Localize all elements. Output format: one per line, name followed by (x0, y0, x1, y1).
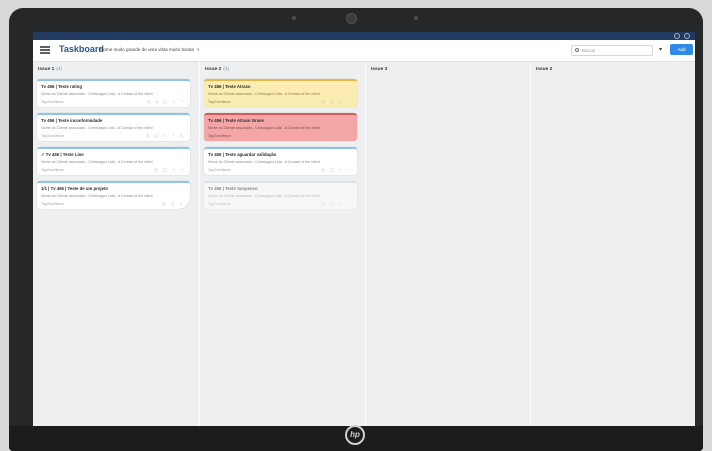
laptop-frame: Taskboard Nome muito grande de uma vista… (9, 8, 703, 451)
card-client: Nome do Cliente associado - Certosagon L… (41, 92, 153, 96)
chevron-down-icon: ▾ (196, 47, 200, 52)
card-action-icons[interactable]: ◷ 4 ▢ ☆ ◔ (147, 99, 185, 104)
column-4: Issue 2 (530, 62, 695, 433)
card-action-icons[interactable]: ◷ ▢ ☆ ◔ (321, 167, 352, 172)
card-title: Tv 456 | Teste aguardar validação (208, 152, 277, 157)
card-client: Nome do Cliente associado - Certosagon L… (41, 126, 153, 130)
column-title-label: Issue 2 (205, 67, 222, 72)
task-card[interactable]: Tv 456 | Teste Atraso Grave Nome do Clien… (204, 113, 357, 141)
search-input[interactable]: Buscar (571, 45, 653, 56)
card-action-icons[interactable]: ◷ ▢ ☆ ◔ ⚠ (146, 133, 185, 138)
column-title-label: Issue 2 (536, 67, 553, 72)
app-header: Taskboard Nome muito grande de uma vista… (33, 40, 695, 62)
card-tag: Tag Excellence (41, 134, 64, 138)
card-tag: Tag Excellence (208, 168, 231, 172)
column-title-label: Issue 3 (371, 67, 388, 72)
menu-icon[interactable] (40, 46, 50, 54)
task-card[interactable]: 1/1 | Tv 456 | Teste de um projeto Nome d… (37, 181, 190, 209)
column-title-label: Issue 1 (38, 67, 55, 72)
app-title: Taskboard (59, 44, 104, 54)
card-tag: Tag Excellence (41, 168, 64, 172)
card-client: Nome do Cliente associado - Certosagon L… (41, 160, 153, 164)
webcam-icon (346, 13, 357, 24)
card-title: ✓ Tv 456 | Teste Line (41, 152, 84, 157)
task-card[interactable]: Tv 456 | Teste Suspenso Nome do Cliente a… (204, 181, 357, 209)
card-action-icons[interactable]: ◷ ▢ ☆ ◔ (154, 167, 185, 172)
task-card[interactable]: Tv 456 | Teste rating Nome do Cliente ass… (37, 79, 190, 107)
kanban-board: Issue 1 (4) Tv 456 | Teste rating Nome do C… (33, 62, 695, 433)
screen: Taskboard Nome muito grande de uma vista… (33, 32, 695, 433)
add-button[interactable]: Add (670, 44, 693, 55)
board-name: Nome muito grande de uma vista muito bon… (100, 47, 194, 52)
card-title: 1/1 | Tv 456 | Teste de um projeto (41, 186, 109, 191)
card-client: Nome do Cliente associado - Certosagon L… (208, 160, 320, 164)
column-2: Issue 2 (4) Tv 456 | Teste Atraso Nome do C… (199, 62, 365, 433)
column-3: Issue 3 (365, 62, 530, 433)
column-title: Issue 3 (371, 67, 389, 72)
card-tag: Tag Excellence (41, 100, 64, 104)
column-title: Issue 2 (536, 67, 554, 72)
card-tag: Tag Excellence (208, 202, 231, 206)
task-card[interactable]: ✓ Tv 456 | Teste Line Nome do Cliente ass… (37, 147, 190, 175)
card-client: Nome do Cliente associado - Certosagon L… (41, 194, 153, 198)
hp-logo: hp (345, 425, 365, 445)
column-count: (4) (56, 67, 63, 72)
column-title: Issue 2 (4) (205, 67, 229, 72)
sensor-dot (414, 16, 418, 20)
card-action-icons[interactable]: ◷ ▢ ☆ ◔ (321, 201, 352, 206)
card-title: Tv 456 | Teste Atraso Grave (208, 118, 264, 123)
user-icon[interactable] (684, 33, 690, 39)
sensor-dot (292, 16, 296, 20)
card-action-icons[interactable]: ◷ ▢ ☆ ◔ (321, 99, 352, 104)
card-action-icons[interactable]: ◷ ▢ ☆ ◔ (321, 133, 352, 138)
card-tag: Tag Excellence (41, 202, 64, 206)
board-selector[interactable]: Nome muito grande de uma vista muito bon… (100, 47, 199, 53)
system-bar (33, 32, 695, 40)
settings-icon[interactable] (674, 33, 680, 39)
card-tag: Tag Excellence (208, 100, 231, 104)
task-card[interactable]: Tv 456 | Teste inconformidade Nome do Cli… (37, 113, 190, 141)
task-card[interactable]: Tv 456 | Teste Atraso Nome do Cliente ass… (204, 79, 357, 107)
card-client: Nome do Cliente associado - Certosagon L… (208, 194, 320, 198)
card-title: Tv 456 | Teste Suspenso (208, 186, 258, 191)
column-title: Issue 1 (4) (38, 67, 62, 72)
column-count: (4) (223, 67, 230, 72)
card-client: Nome do Cliente associado - Certosagon L… (208, 126, 320, 130)
card-title: Tv 456 | Teste Atraso (208, 84, 251, 89)
card-title: Tv 456 | Teste inconformidade (41, 118, 103, 123)
column-1: Issue 1 (4) Tv 456 | Teste rating Nome do C… (33, 62, 198, 433)
card-title: Tv 456 | Teste rating (41, 84, 83, 89)
card-tag: Tag Excellence (208, 134, 231, 138)
card-client: Nome do Cliente associado - Certosagon L… (208, 92, 320, 96)
task-card[interactable]: Tv 456 | Teste aguardar validação Nome do… (204, 147, 357, 175)
search-placeholder: Buscar (582, 48, 596, 53)
laptop-chin: hp (9, 425, 703, 451)
card-action-icons[interactable]: ◷ ▢ ☆ (162, 201, 185, 206)
search-icon (575, 48, 579, 52)
filter-icon[interactable]: ▾ (659, 46, 662, 53)
